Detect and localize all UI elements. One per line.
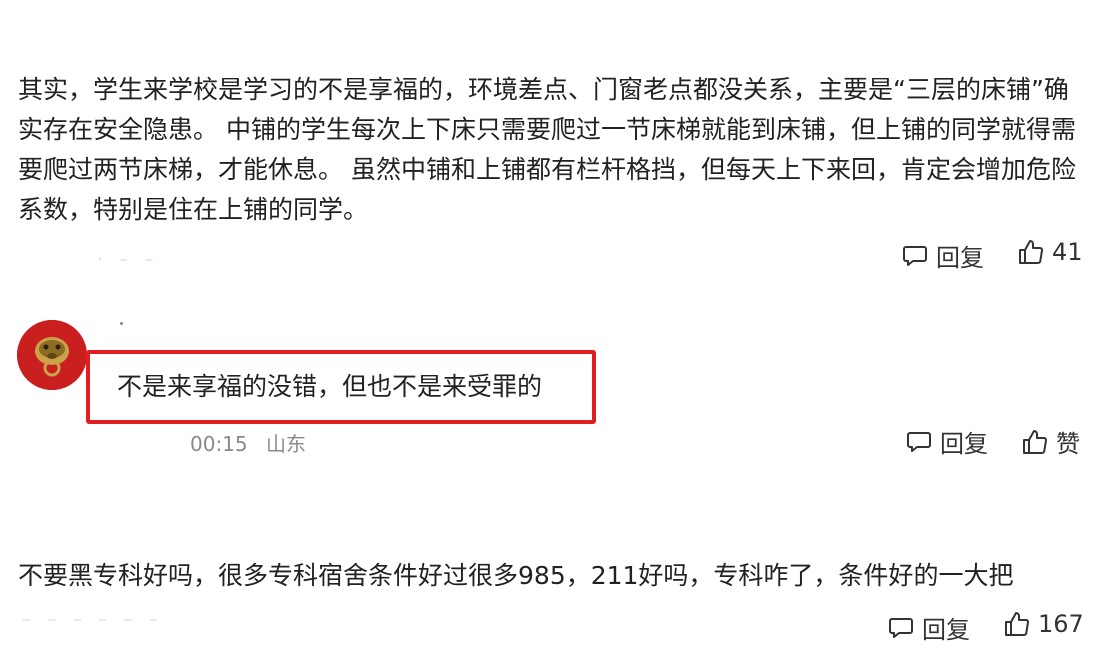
avatar[interactable] — [17, 320, 87, 390]
comment-bubble-icon — [888, 615, 914, 641]
decorative-dot — [120, 322, 123, 325]
reply-label: 回复 — [940, 430, 988, 458]
comment-text: 不要黑专科好吗，很多专科宿舍条件好过很多985，211好吗，专科咋了，条件好的一… — [18, 561, 1014, 590]
thumbs-up-icon — [1004, 611, 1030, 637]
like-button[interactable]: 赞 — [1022, 424, 1080, 459]
like-button[interactable]: 167 — [1004, 610, 1084, 638]
reply-label: 回复 — [936, 244, 984, 272]
like-count: 41 — [1052, 238, 1083, 266]
thumbs-up-icon — [1018, 239, 1044, 265]
comment-bubble-icon — [906, 429, 932, 455]
comment-faint-meta: ‒ ‒ ‒ ‒ ‒ ‒ — [22, 612, 164, 628]
reply-comment-text: 不是来享福的没错，但也不是来受罪的 — [117, 372, 543, 401]
comment-text: 其实，学生来学校是学习的不是享福的，环境差点、门窗老点都没关系，主要是“三层的床… — [18, 75, 1076, 224]
like-button[interactable]: 41 — [1018, 238, 1083, 266]
comment-faint-meta: · ‒ ‒ — [98, 252, 160, 268]
reply-label: 回复 — [922, 616, 970, 644]
thumbs-up-icon — [1022, 429, 1048, 455]
comment-meta: 00:15 山东 — [190, 428, 306, 457]
comment-bubble-icon — [902, 243, 928, 269]
reply-button[interactable]: 回复 — [902, 238, 984, 273]
comment-time: 00:15 — [190, 432, 248, 456]
reply-button[interactable]: 回复 — [888, 610, 970, 645]
reply-button[interactable]: 回复 — [906, 424, 988, 459]
like-count: 167 — [1038, 610, 1084, 638]
comment-location: 山东 — [266, 432, 306, 456]
like-label: 赞 — [1056, 430, 1080, 458]
